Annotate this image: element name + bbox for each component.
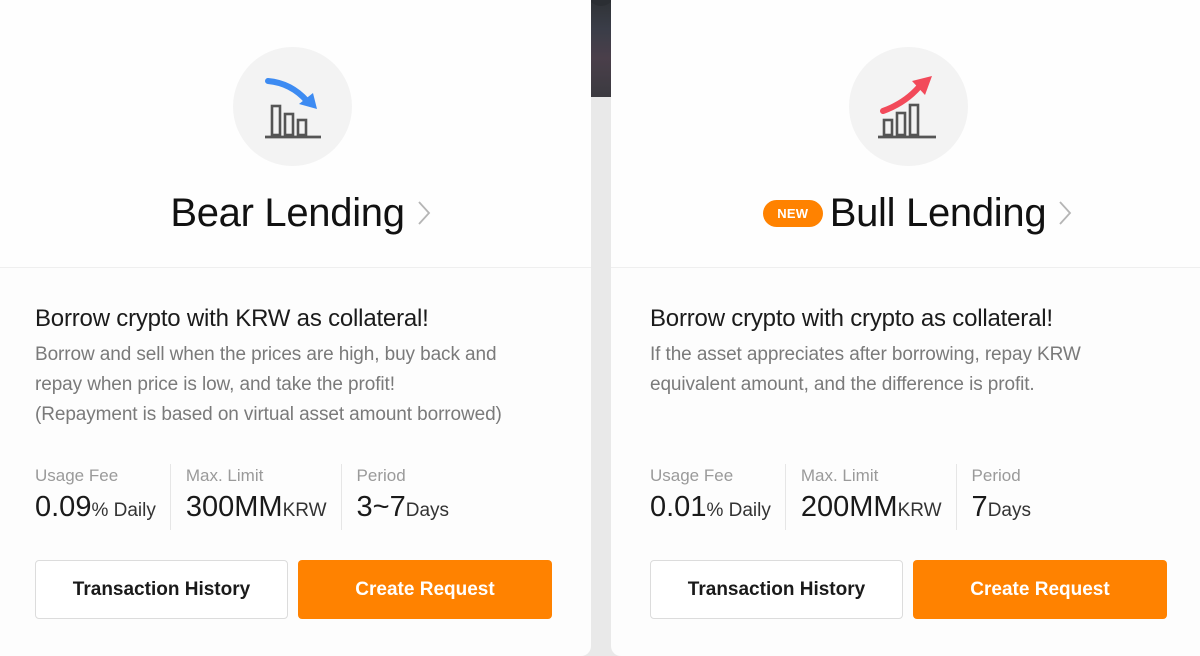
transaction-history-button[interactable]: Transaction History — [650, 560, 903, 619]
chevron-right-icon — [1059, 201, 1072, 225]
stat-value: 200MM — [800, 491, 898, 523]
bear-lending-title-link[interactable]: Bear Lending — [0, 186, 591, 240]
stat-label: Period — [356, 466, 406, 485]
new-badge: NEW — [762, 199, 823, 227]
background-image-sliver — [587, 0, 615, 97]
card-description: Borrow and sell when the prices are high… — [35, 340, 561, 430]
card-headline: Borrow crypto with crypto as collateral! — [650, 305, 1053, 332]
create-request-button[interactable]: Create Request — [298, 560, 552, 619]
chevron-right-icon — [418, 201, 430, 225]
card-description: If the asset appreciates after borrowing… — [650, 340, 1170, 400]
stat-value-wrap: 300MMKRW — [186, 488, 327, 530]
stat-value-wrap: 3~7Days — [357, 488, 450, 530]
stat-value-wrap: 7Days — [972, 488, 1031, 530]
bar-chart-down-icon — [233, 47, 352, 166]
stat-unit: KRW — [282, 500, 327, 521]
stats-row: Usage Fee 0.09% Daily Max. Limit 300MMKR… — [35, 464, 463, 530]
stat-label: Period — [971, 466, 1021, 485]
stat-value: 0.01 — [650, 491, 707, 523]
description-line: repay when price is low, and take the pr… — [35, 374, 395, 395]
bar-chart-up-icon — [849, 47, 968, 166]
stat-unit: % Daily — [706, 500, 771, 521]
stat-value: 3~7 — [356, 491, 406, 523]
stat-usage-fee: Usage Fee 0.01% Daily — [650, 464, 785, 530]
create-request-button[interactable]: Create Request — [913, 560, 1167, 619]
stat-period: Period 7Days — [955, 464, 1045, 530]
stat-label: Max. Limit — [185, 466, 264, 485]
card-header: Bear Lending — [0, 0, 591, 268]
description-line: (Repayment is based on virtual asset amo… — [35, 404, 502, 425]
stat-unit: Days — [987, 500, 1031, 521]
stat-label: Usage Fee — [650, 466, 734, 485]
transaction-history-button[interactable]: Transaction History — [35, 560, 288, 619]
stat-usage-fee: Usage Fee 0.09% Daily — [35, 464, 170, 530]
description-line: equivalent amount, and the difference is… — [650, 374, 1035, 395]
stat-value-wrap: 200MMKRW — [801, 488, 942, 530]
card-gap — [591, 0, 611, 656]
stat-label: Max. Limit — [800, 466, 879, 485]
stat-max-limit: Max. Limit 200MMKRW — [784, 464, 956, 530]
stat-period: Period 3~7Days — [340, 464, 464, 530]
bull-lending-card: NEW Bull Lending Borrow crypto with cryp… — [611, 0, 1200, 656]
stat-value: 0.09 — [35, 491, 92, 523]
card-title: Bear Lending — [170, 190, 405, 235]
bear-lending-card: Bear Lending Borrow crypto with KRW as c… — [0, 0, 591, 656]
stat-max-limit: Max. Limit 300MMKRW — [169, 464, 341, 530]
stat-unit: % Daily — [91, 500, 156, 521]
card-header: NEW Bull Lending — [611, 0, 1200, 268]
description-line: If the asset appreciates after borrowing… — [650, 344, 1081, 365]
bull-lending-title-link[interactable]: NEW Bull Lending — [611, 186, 1200, 240]
description-line: Borrow and sell when the prices are high… — [35, 344, 497, 365]
stat-unit: Days — [405, 500, 450, 521]
stat-value-wrap: 0.09% Daily — [35, 488, 156, 530]
stat-unit: KRW — [897, 500, 942, 521]
stats-row: Usage Fee 0.01% Daily Max. Limit 200MMKR… — [650, 464, 1045, 530]
stat-value: 300MM — [185, 491, 283, 523]
card-headline: Borrow crypto with KRW as collateral! — [35, 305, 429, 332]
stat-value: 7 — [971, 491, 988, 523]
stat-label: Usage Fee — [35, 466, 119, 485]
card-title: Bull Lending — [829, 190, 1047, 235]
stat-value-wrap: 0.01% Daily — [650, 488, 771, 530]
